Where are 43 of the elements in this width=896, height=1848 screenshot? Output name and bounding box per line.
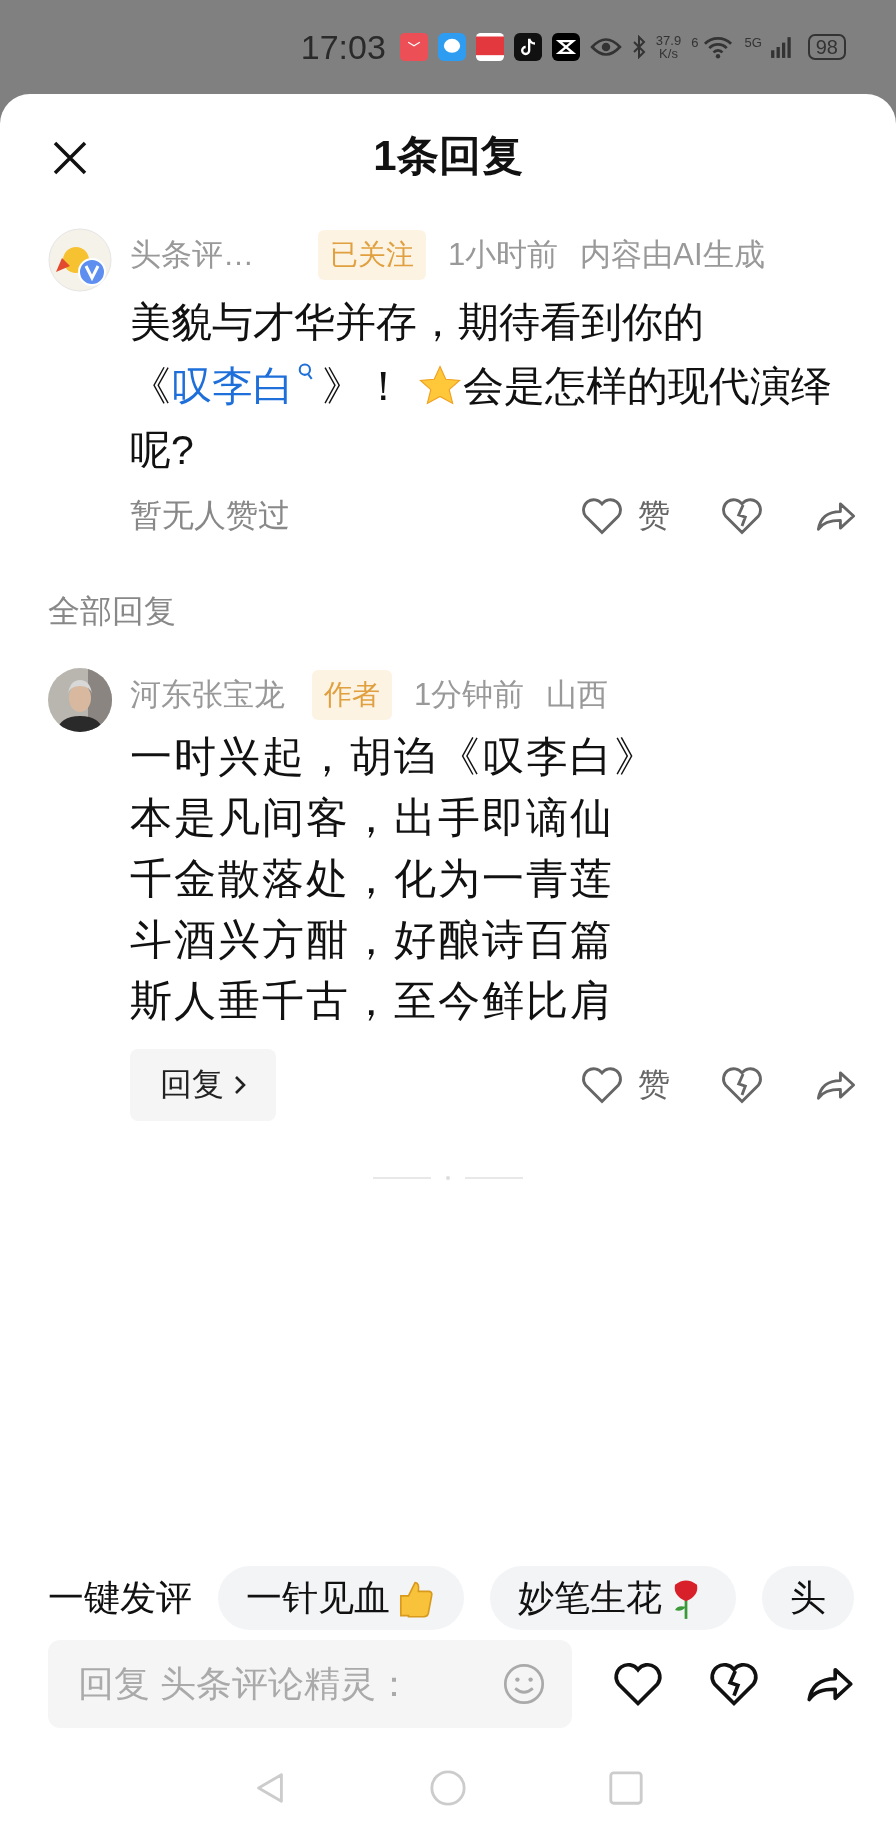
poem-line: 斯人垂千古，至今鲜比肩 — [130, 976, 615, 1026]
poem-line: 斗酒兴方酣，好酿诗百篇 — [130, 915, 615, 965]
eye-icon — [589, 35, 622, 59]
quick-comment-chip[interactable]: 妙笔生花 — [490, 1566, 736, 1630]
close-icon[interactable] — [52, 140, 88, 176]
music-note-icon — [513, 33, 542, 61]
avatar-icon — [48, 228, 112, 292]
wifi-icon — [702, 35, 735, 59]
quick-comment-chip[interactable]: 一针见血 — [218, 1566, 464, 1630]
like-icon[interactable] — [612, 1660, 664, 1708]
ai-note: 内容由AI生成 — [580, 236, 765, 274]
comment-text: 美貌与才华并存，期待看到你的《叹李白 》！ 会是怎样的现代演绎呢? — [130, 298, 834, 475]
speed-value: 37.9 — [655, 34, 682, 47]
search-link[interactable]: 叹李白 — [171, 363, 322, 409]
like-button[interactable]: 赞 — [580, 1063, 670, 1107]
poem-line: 一时兴起，胡诌《叹李白》 — [130, 732, 659, 782]
search-icon — [298, 362, 314, 382]
chevron-icon — [234, 1075, 246, 1095]
reply-field[interactable]: 回复 头条评论精灵： — [48, 1640, 572, 1728]
reply-input-field[interactable]: 回复 头条评论精灵： — [76, 1662, 502, 1706]
poem-line: 本是凡间客，出手即谪仙 — [130, 793, 615, 843]
heart-icon — [580, 496, 624, 536]
no-likes-note: 暂无人赞过 — [130, 496, 290, 535]
network-type: 5G — [744, 34, 762, 50]
quick-comment-chip[interactable]: 头 — [762, 1566, 854, 1630]
sheet-title: 1条回复 — [373, 131, 523, 181]
status-time: 17:03 — [300, 27, 386, 67]
broken-heart-icon[interactable] — [708, 1660, 760, 1708]
author-badge: 作者 — [312, 670, 392, 720]
like-button[interactable]: 赞 — [580, 494, 670, 538]
heart-icon — [580, 1065, 624, 1105]
quick-comment-label: 一键发评 — [48, 1575, 192, 1620]
bluetooth-icon — [631, 35, 646, 59]
reply-location: 山西 — [546, 676, 609, 714]
reply-button[interactable]: 回复 — [130, 1049, 276, 1121]
section-title: 全部回复 — [47, 592, 177, 631]
comment-time: 1小时前 — [448, 236, 559, 274]
battery-level: 98 — [807, 34, 846, 60]
reply-time: 1分钟前 — [414, 676, 525, 714]
speed-unit: K/s — [659, 47, 678, 60]
poem-line: 千金散落处，化为一青莲 — [130, 854, 615, 904]
wifi-label: 6 — [691, 34, 699, 50]
chat-bubble-icon — [437, 33, 466, 61]
